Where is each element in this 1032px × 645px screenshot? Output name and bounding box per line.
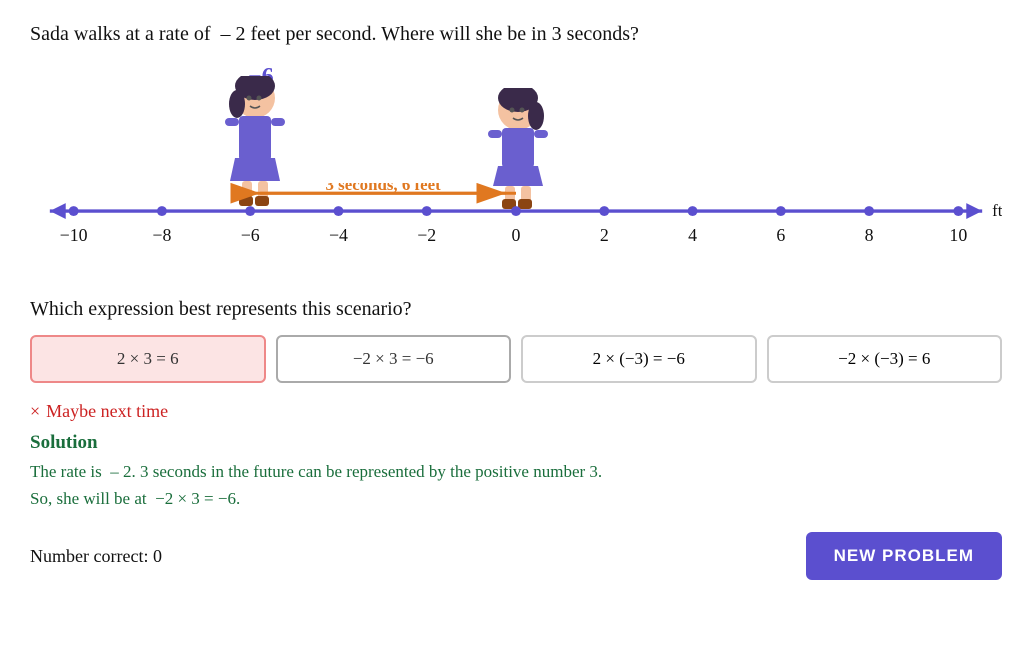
choice-b[interactable]: −2 × 3 = −6 [276, 335, 512, 383]
number-line-svg: −10 −8 −6 −4 −2 0 2 4 6 8 10 ft. [30, 183, 1002, 253]
question-text: Which expression best represents this sc… [30, 298, 1002, 321]
svg-text:−10: −10 [60, 225, 88, 245]
solution-block: Solution The rate is – 2. 3 seconds in t… [30, 432, 1002, 512]
svg-text:ft.: ft. [992, 201, 1002, 220]
svg-text:8: 8 [865, 225, 874, 245]
svg-text:0: 0 [512, 225, 521, 245]
wrong-icon: × [30, 401, 40, 422]
choice-a[interactable]: 2 × 3 = 6 [30, 335, 266, 383]
svg-text:4: 4 [688, 225, 697, 245]
svg-text:2: 2 [600, 225, 609, 245]
new-problem-button[interactable]: NEW PROBLEM [806, 532, 1002, 580]
problem-text: Sada walks at a rate of – 2 feet per sec… [30, 20, 1002, 48]
solution-text: The rate is – 2. 3 seconds in the future… [30, 458, 1002, 512]
solution-title: Solution [30, 432, 1002, 454]
wrong-text: Maybe next time [46, 401, 168, 422]
svg-text:6: 6 [776, 225, 785, 245]
choice-d[interactable]: −2 × (−3) = 6 [767, 335, 1003, 383]
svg-text:10: 10 [949, 225, 967, 245]
svg-text:−4: −4 [329, 225, 348, 245]
svg-text:−6: −6 [241, 225, 260, 245]
svg-text:−2: −2 [417, 225, 436, 245]
svg-text:−8: −8 [152, 225, 171, 245]
svg-text:3 seconds, 6 feet: 3 seconds, 6 feet [326, 183, 442, 194]
bottom-bar: Number correct: 0 NEW PROBLEM [30, 532, 1002, 580]
number-line-area: −6 [30, 58, 1002, 288]
number-correct: Number correct: 0 [30, 546, 162, 567]
choices-container: 2 × 3 = 6 −2 × 3 = −6 2 × (−3) = −6 −2 ×… [30, 335, 1002, 383]
feedback-wrong: × Maybe next time [30, 401, 1002, 422]
choice-c[interactable]: 2 × (−3) = −6 [521, 335, 757, 383]
